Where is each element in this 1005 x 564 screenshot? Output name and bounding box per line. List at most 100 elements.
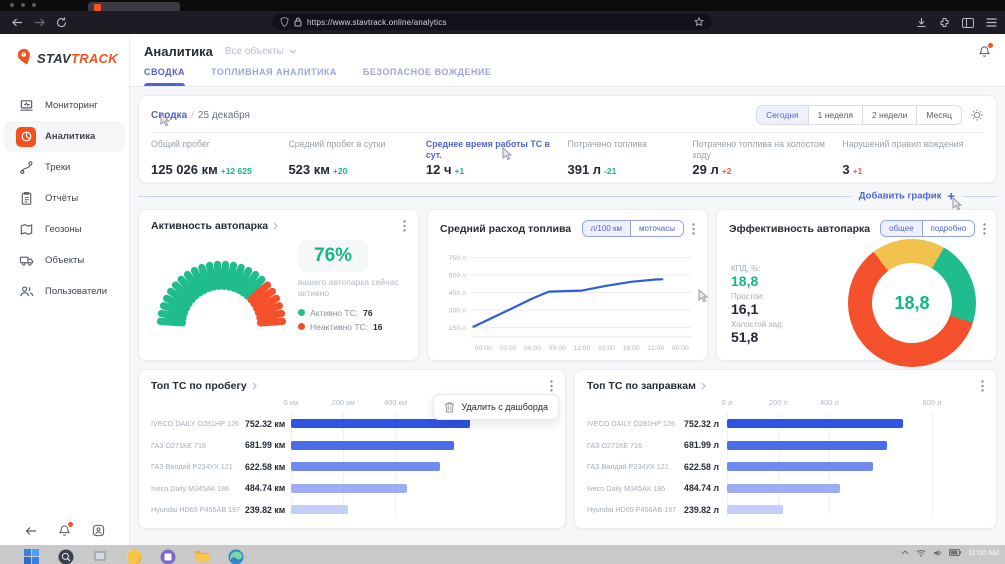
vehicle-bar-row[interactable]: ГАЗ О271КЕ 716681.99 км — [151, 435, 551, 457]
tab-safe-driving[interactable]: БЕЗОПАСНОЕ ВОЖДЕНИЕ — [363, 63, 491, 86]
fleet-efficiency-card: Эффективность автопарка общее подробно — [716, 209, 997, 361]
logo-text-track: TRACK — [71, 51, 118, 66]
vehicle-bar-row[interactable]: Iveco Daily М345АК 186484.74 л — [587, 478, 982, 500]
file-explorer-icon[interactable] — [92, 549, 109, 564]
toggle-motohours[interactable]: моточасы — [630, 221, 683, 236]
card-menu-kebab-icon[interactable] — [403, 220, 406, 232]
vehicle-bar-row[interactable]: ГАЗ О271КЕ 716681.99 л — [587, 435, 982, 457]
news-bell-icon[interactable] — [978, 45, 991, 58]
vehicle-bar-row[interactable]: Iveco Daily М345АК 186484.74 км — [151, 478, 551, 500]
folder-icon[interactable] — [194, 549, 211, 564]
donut-center-value: 18,8 — [894, 293, 929, 314]
stat-idle-fuel-spent: Потрачено топлива на холостом ходу 29 л+… — [692, 139, 842, 179]
card-menu-kebab-icon[interactable] — [983, 223, 986, 235]
svg-text:06:00: 06:00 — [524, 345, 541, 352]
start-button-icon[interactable] — [24, 549, 41, 564]
period-today-button[interactable]: Сегодня — [757, 106, 808, 124]
reload-icon[interactable] — [50, 17, 72, 28]
sidebar-item-reports[interactable]: Отчёты — [0, 183, 129, 214]
toggle-general[interactable]: общее — [881, 221, 921, 236]
fleet-activity-gauge — [145, 236, 298, 340]
period-month-button[interactable]: Месяц — [916, 106, 961, 124]
wifi-icon[interactable] — [916, 549, 926, 557]
page-title: Аналитика — [144, 44, 213, 59]
vehicle-bar-row[interactable]: Hyundai HD65 Р456АВ 197239.82 л — [587, 499, 982, 521]
volume-icon[interactable] — [933, 549, 942, 557]
tab-bar: СВОДКА ТОПЛИВНАЯ АНАЛИТИКА БЕЗОПАСНОЕ ВО… — [130, 63, 1005, 87]
add-chart-button[interactable]: Добавить график + — [851, 189, 963, 204]
settings-gear-icon[interactable] — [970, 108, 984, 122]
sidebar-item-label: Аналитика — [45, 131, 95, 142]
sidebar-item-analytics[interactable]: Аналитика — [4, 121, 125, 152]
menu-icon[interactable] — [986, 18, 997, 27]
account-icon[interactable] — [92, 524, 105, 537]
logo-text-stav: STAV — [37, 51, 71, 66]
vehicle-bar-row[interactable]: ГАЗ Валдай Р234УХ 121622.58 л — [587, 456, 982, 478]
vehicle-bar-row[interactable]: ГАЗ Валдай Р234УХ 121622.58 км — [151, 456, 551, 478]
sidebar-item-tracks[interactable]: Треки — [0, 152, 129, 183]
sidebar-item-monitoring[interactable]: Мониторинг — [0, 90, 129, 121]
firefox-icon[interactable] — [126, 549, 143, 564]
efficiency-view-toggle: общее подробно — [880, 220, 975, 237]
sidebar-item-label: Пользователи — [45, 286, 107, 297]
stat-total-mileage: Общий пробег 125 026 км+12 625 — [151, 139, 288, 179]
users-icon — [16, 282, 36, 302]
screen: https://www.stavtrack.online/analytics S… — [0, 0, 1005, 564]
vehicle-bar-row[interactable]: IVECO DAILY О281НР 126752.32 л — [587, 413, 982, 435]
breadcrumb-summary-link[interactable]: Сводка — [151, 110, 187, 121]
stat-avg-work-time: Среднее время работы ТС в сут. 12 ч+1 — [426, 139, 568, 179]
dashboard-content: Сводка/25 декабря Сегодня 1 неделя 2 нед… — [130, 87, 1005, 545]
sidebar-item-geozones[interactable]: Геозоны — [0, 214, 129, 245]
edge-browser-icon[interactable] — [228, 549, 245, 564]
fleet-activity-title[interactable]: Активность автопарка — [151, 220, 268, 232]
store-icon[interactable] — [160, 549, 177, 564]
sidebar-item-objects[interactable]: Объекты — [0, 245, 129, 276]
fleet-efficiency-title[interactable]: Эффективность автопарка — [729, 223, 870, 235]
sidebar-toggle-icon[interactable] — [962, 18, 974, 28]
battery-icon[interactable] — [949, 549, 961, 556]
notifications-bell-icon[interactable] — [58, 524, 71, 537]
tab-fuel-analytics[interactable]: ТОПЛИВНАЯ АНАЛИТИКА — [211, 63, 337, 86]
delete-from-dashboard-item[interactable]: Удалить с дашборда — [461, 402, 548, 412]
main-panel: Аналитика Все объекты СВОДКА ТОПЛИВНАЯ А… — [130, 34, 1005, 545]
extensions-icon[interactable] — [939, 17, 950, 28]
downloads-icon[interactable] — [916, 17, 927, 28]
card-menu-kebab-icon[interactable] — [692, 223, 695, 235]
top-mileage-title[interactable]: Топ ТС по пробегу — [151, 380, 247, 392]
objects-filter-dropdown[interactable]: Все объекты — [225, 46, 297, 57]
tab-summary[interactable]: СВОДКА — [144, 63, 185, 86]
logo: STAVTRACK — [0, 34, 129, 82]
toggle-l100km[interactable]: л/100 км — [583, 221, 630, 236]
browser-tab[interactable] — [88, 2, 180, 11]
window-controls[interactable] — [10, 3, 36, 7]
app-window: STAVTRACK Мониторинг Аналитика Треки От — [0, 34, 1005, 545]
sidebar-item-label: Треки — [45, 162, 70, 173]
card-menu-kebab-icon[interactable] — [981, 380, 984, 392]
tracks-icon — [16, 158, 36, 178]
url-bar[interactable]: https://www.stavtrack.online/analytics — [272, 14, 712, 30]
period-1week-button[interactable]: 1 неделя — [808, 106, 862, 124]
sidebar-item-users[interactable]: Пользователи — [0, 276, 129, 307]
search-taskbar-icon[interactable] — [58, 549, 75, 564]
period-2weeks-button[interactable]: 2 недели — [862, 106, 916, 124]
efficiency-donut-chart: 18,8 — [848, 239, 976, 367]
add-chart-label: Добавить график — [859, 191, 942, 202]
sidebar-item-label: Геозоны — [45, 224, 82, 235]
sidebar: STAVTRACK Мониторинг Аналитика Треки От — [0, 34, 130, 545]
card-menu-kebab-icon[interactable] — [550, 380, 553, 392]
breadcrumb: Сводка/25 декабря — [151, 110, 250, 121]
chevron-right-icon — [701, 382, 706, 390]
bookmark-star-icon[interactable] — [694, 17, 704, 27]
browser-tabstrip — [0, 0, 1005, 11]
collapse-sidebar-icon[interactable] — [25, 526, 37, 536]
toggle-detailed[interactable]: подробно — [922, 221, 975, 236]
top-refuels-title[interactable]: Топ ТС по заправкам — [587, 380, 696, 392]
svg-text:150 л: 150 л — [448, 325, 465, 332]
vehicle-bar-row[interactable]: Hyundai HD65 Р456АВ 197239.82 км — [151, 499, 551, 521]
back-icon[interactable] — [6, 18, 28, 27]
svg-text:21:00: 21:00 — [647, 345, 664, 352]
sidebar-item-label: Отчёты — [45, 193, 78, 204]
forward-icon[interactable] — [28, 18, 50, 27]
tray-expand-icon[interactable] — [901, 550, 909, 555]
fuel-consumption-title[interactable]: Средний расход топлива — [440, 223, 571, 235]
